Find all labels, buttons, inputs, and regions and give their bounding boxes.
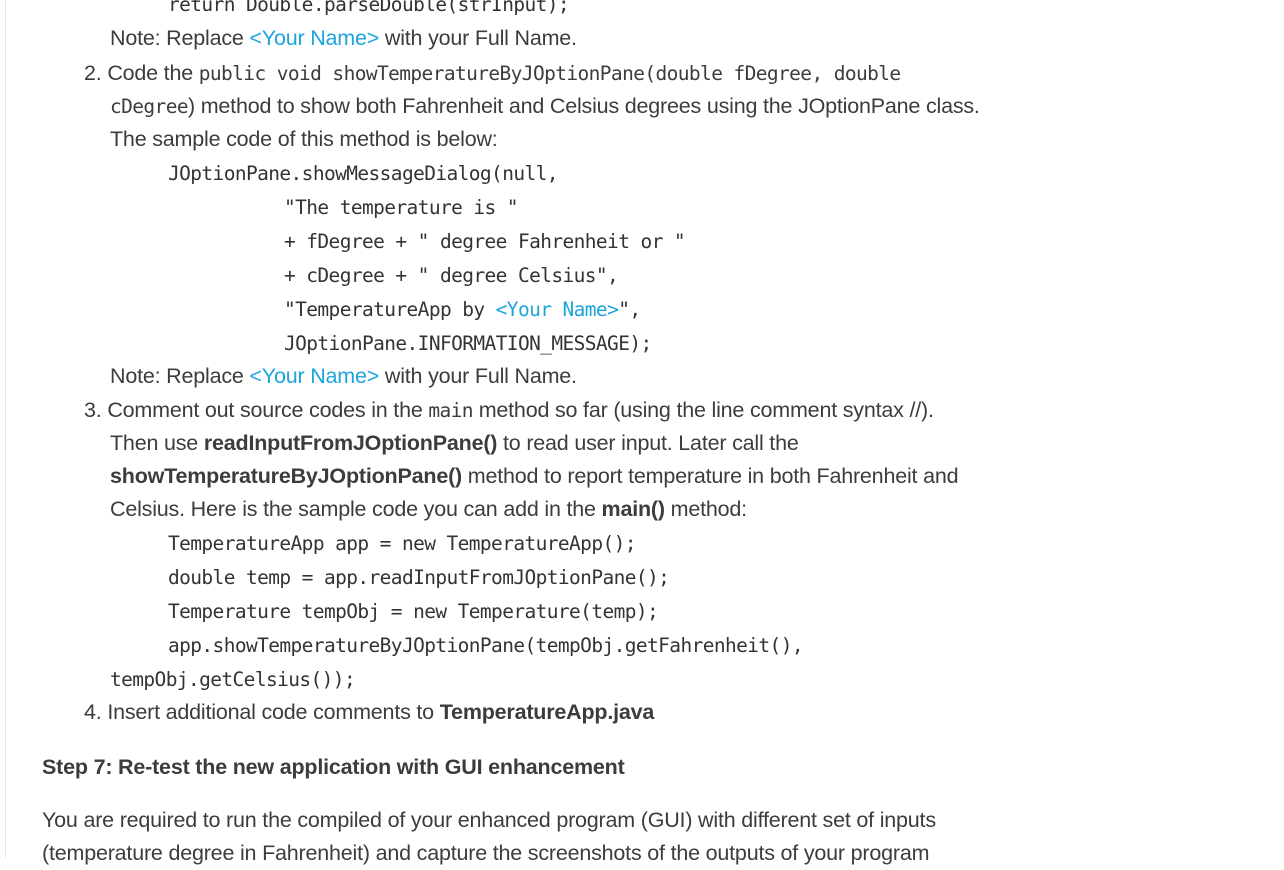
item-text: ) method to show both Fahrenheit and Cel…	[187, 94, 980, 118]
note-replace-name-2: Note: Replace <Your Name> with your Full…	[110, 359, 577, 393]
param-code: cDegree	[110, 95, 189, 118]
note-text: with your Full Name.	[379, 26, 577, 50]
step-7-heading: Step 7: Re-test the new application with…	[42, 755, 625, 779]
code-line: app.showTemperatureByJOptionPane(tempObj…	[168, 634, 804, 657]
list-number: 2.	[84, 61, 102, 85]
step-7-paragraph-line-1: You are required to run the compiled of …	[42, 808, 936, 832]
code-line: + fDegree + " degree Fahrenheit or "	[284, 230, 686, 253]
code-line: tempObj.getCelsius());	[110, 668, 356, 691]
item-text: Then use	[110, 431, 204, 455]
list-item-3: 3. Comment out source codes in the main …	[84, 393, 934, 427]
code-text: ",	[618, 298, 641, 321]
code-line: "TemperatureApp by <Your Name>",	[284, 293, 641, 327]
code-line: Temperature tempObj = new Temperature(te…	[168, 600, 659, 623]
your-name-placeholder: <Your Name>	[495, 298, 619, 321]
item-text: Code the	[107, 61, 199, 85]
code-line-return: return Double.parseDouble(strInput);	[168, 0, 570, 16]
method-name-bold: readInputFromJOptionPane()	[203, 431, 498, 455]
note-text: with your Full Name.	[379, 364, 577, 388]
item-text: to read user input. Later call the	[497, 431, 799, 455]
your-name-placeholder: <Your Name>	[249, 26, 380, 50]
list-item-4: 4. Insert additional code comments to Te…	[84, 695, 654, 729]
main-code: main	[428, 399, 473, 422]
method-signature-code: public void showTemperatureByJOptionPane…	[198, 62, 901, 85]
item-text: Comment out source codes in the	[107, 398, 429, 422]
code-line: JOptionPane.showMessageDialog(null,	[168, 162, 559, 185]
item-text: Celsius. Here is the sample code you can…	[110, 497, 602, 521]
note-replace-name-1: Note: Replace <Your Name> with your Full…	[110, 21, 577, 55]
item-text: Insert additional code comments to	[107, 700, 440, 724]
method-name-bold: showTemperatureByJOptionPane()	[110, 464, 462, 488]
method-name-bold: main()	[601, 497, 666, 521]
list-item-3-line-2: Then use readInputFromJOptionPane() to r…	[110, 426, 799, 460]
list-item-2-line-3: The sample code of this method is below:	[110, 127, 498, 151]
list-item-3-line-4: Celsius. Here is the sample code you can…	[110, 492, 747, 526]
list-number: 4.	[84, 700, 102, 724]
code-line: double temp = app.readInputFromJOptionPa…	[168, 566, 670, 589]
code-line: + cDegree + " degree Celsius",	[284, 264, 619, 287]
list-item-3-line-3: showTemperatureByJOptionPane() method to…	[110, 459, 959, 493]
code-line: JOptionPane.INFORMATION_MESSAGE);	[284, 332, 652, 355]
item-text: method so far (using the line comment sy…	[472, 398, 934, 422]
note-text: Note: Replace	[110, 364, 250, 388]
list-number: 3.	[84, 398, 102, 422]
file-name-bold: TemperatureApp.java	[439, 700, 655, 724]
item-text: method to report temperature in both Fah…	[462, 464, 959, 488]
your-name-placeholder: <Your Name>	[249, 364, 380, 388]
content-left-border	[5, 0, 6, 858]
note-text: Note: Replace	[110, 26, 250, 50]
step-7-paragraph-line-2: (temperature degree in Fahrenheit) and c…	[42, 841, 930, 865]
item-text: method:	[664, 497, 747, 521]
code-line: TemperatureApp app = new TemperatureApp(…	[168, 532, 636, 555]
list-item-2-line-2: cDegree) method to show both Fahrenheit …	[110, 89, 980, 123]
list-item-2: 2. Code the public void showTemperatureB…	[84, 56, 901, 90]
code-line: "The temperature is "	[284, 196, 519, 219]
code-text: "TemperatureApp by	[284, 298, 496, 321]
